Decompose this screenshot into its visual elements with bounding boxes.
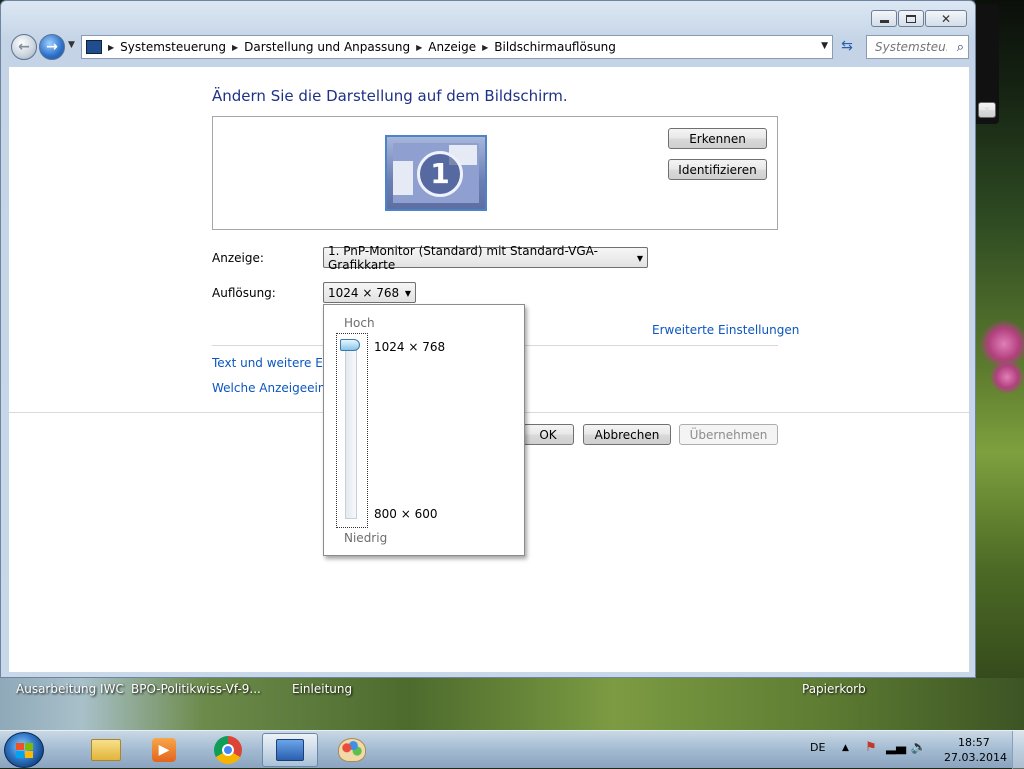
- aufloesung-select-value: 1024 × 768: [328, 285, 400, 300]
- text-elemente-link[interactable]: Text und weitere Elen: [212, 356, 341, 370]
- anzeige-select[interactable]: 1. PnP-Monitor (Standard) mit Standard-V…: [323, 244, 648, 272]
- navigation-bar: ← → ▼ ▶ Systemsteuerung ▶ Darstellung un…: [9, 32, 969, 64]
- minimize-button[interactable]: [871, 10, 897, 27]
- desktop-icon-label[interactable]: BPO-Politikwiss-Vf-9...: [131, 682, 261, 696]
- refresh-icon[interactable]: ⇆: [837, 38, 857, 58]
- taskbar: ▶ DE ▲ ⚑ ▂▄ 🔈 18:57 27.03.2014: [0, 730, 1024, 769]
- back-arrow-icon: ←: [18, 39, 30, 55]
- slider-thumb[interactable]: [340, 339, 360, 351]
- minimize-icon: [879, 20, 889, 23]
- gadget-menu-button[interactable]: ▾: [978, 102, 996, 118]
- back-button[interactable]: ←: [11, 34, 37, 60]
- language-indicator[interactable]: DE: [810, 741, 825, 754]
- window-controls: ✕: [871, 10, 967, 27]
- restore-icon: [906, 14, 916, 23]
- abbrechen-button[interactable]: Abbrechen: [583, 424, 671, 445]
- monitor-screen: 1: [393, 143, 479, 203]
- anzeige-select-value: 1. PnP-Monitor (Standard) mit Standard-V…: [328, 243, 598, 272]
- start-button[interactable]: [4, 732, 44, 768]
- monitor-1[interactable]: 1: [385, 135, 487, 211]
- desktop-icon-label[interactable]: Papierkorb: [802, 682, 866, 696]
- windows-logo-icon: [16, 743, 34, 759]
- breadcrumb-separator-icon[interactable]: ▶: [416, 43, 422, 52]
- chevron-down-icon: ▼: [404, 289, 411, 298]
- taskbar-chrome[interactable]: [200, 733, 256, 767]
- taskbar-media-player[interactable]: ▶: [136, 733, 192, 767]
- erkennen-button[interactable]: Erkennen: [668, 128, 767, 149]
- close-icon: ✕: [940, 11, 952, 26]
- display-preview-area: 1 Erkennen Identifizieren: [212, 116, 778, 230]
- chevron-down-icon: ▼: [636, 254, 643, 263]
- clock-time[interactable]: 18:57: [958, 736, 990, 749]
- control-panel-icon: [276, 739, 304, 761]
- taskbar-control-panel[interactable]: [262, 733, 318, 767]
- resolution-dropdown-popup: Hoch 1024 × 768 800 × 600 Niedrig: [323, 304, 525, 556]
- history-dropdown-icon[interactable]: ▼: [68, 40, 75, 50]
- screen-resolution-window: ✕ ← → ▼ ▶ Systemsteuerung ▶ Darstellung …: [0, 0, 976, 678]
- show-hidden-icons-icon[interactable]: ▲: [842, 743, 849, 753]
- media-player-icon: ▶: [152, 738, 176, 762]
- forward-arrow-icon: →: [46, 39, 58, 55]
- monitor-number: 1: [417, 151, 463, 197]
- folder-icon: [91, 739, 121, 761]
- resolution-option-bottom[interactable]: 800 × 600: [374, 507, 438, 521]
- aufloesung-label: Auflösung:: [212, 286, 276, 300]
- address-dropdown-icon[interactable]: ▼: [821, 41, 828, 51]
- system-tray: DE ▲ ⚑ ▂▄ 🔈 18:57 27.03.2014: [800, 731, 1024, 769]
- breadcrumb-darstellung[interactable]: Darstellung und Anpassung: [244, 40, 410, 54]
- resolution-low-label: Niedrig: [344, 531, 388, 545]
- search-input[interactable]: [873, 39, 949, 55]
- breadcrumb-separator-icon[interactable]: ▶: [108, 43, 114, 52]
- breadcrumb-separator-icon[interactable]: ▶: [232, 43, 238, 52]
- wallpaper-flower: [990, 360, 1024, 394]
- desktop-icon-label[interactable]: Ausarbeitung IWC: [16, 682, 124, 696]
- breadcrumb-anzeige[interactable]: Anzeige: [428, 40, 476, 54]
- breadcrumb-separator-icon[interactable]: ▶: [482, 43, 488, 52]
- volume-icon[interactable]: 🔈: [910, 740, 928, 758]
- ok-button[interactable]: OK: [522, 424, 574, 445]
- monitor-thumbnail-panel: [393, 161, 413, 195]
- search-box[interactable]: ⌕: [866, 35, 969, 59]
- maximize-button[interactable]: [898, 10, 924, 27]
- chrome-icon: [214, 736, 242, 764]
- anzeige-label: Anzeige:: [212, 251, 264, 265]
- breadcrumb-bildschirmaufloesung[interactable]: Bildschirmauflösung: [494, 40, 616, 54]
- network-icon[interactable]: ▂▄: [886, 740, 906, 758]
- clock-date[interactable]: 27.03.2014: [944, 751, 1007, 764]
- forward-button[interactable]: →: [39, 34, 65, 60]
- desktop-icon-label[interactable]: Einleitung: [292, 682, 352, 696]
- address-bar[interactable]: ▶ Systemsteuerung ▶ Darstellung und Anpa…: [81, 35, 833, 59]
- resolution-option-top[interactable]: 1024 × 768: [374, 340, 445, 354]
- search-icon[interactable]: ⌕: [957, 40, 964, 55]
- resolution-slider[interactable]: [336, 333, 368, 528]
- breadcrumb-systemsteuerung[interactable]: Systemsteuerung: [120, 40, 226, 54]
- resolution-high-label: Hoch: [344, 316, 375, 330]
- close-button[interactable]: ✕: [925, 10, 967, 27]
- taskbar-file-explorer[interactable]: [78, 733, 134, 767]
- slider-track[interactable]: [345, 344, 357, 519]
- identifizieren-button[interactable]: Identifizieren: [668, 159, 767, 180]
- action-center-icon[interactable]: ⚑: [862, 740, 880, 758]
- paint-icon: [338, 738, 366, 762]
- main-content: Ändern Sie die Darstellung auf dem Bilds…: [9, 67, 969, 672]
- taskbar-paint[interactable]: [324, 733, 380, 767]
- control-panel-icon: [86, 40, 102, 54]
- uebernehmen-button: Übernehmen: [679, 424, 778, 445]
- show-desktop-button[interactable]: [1012, 731, 1024, 769]
- gadget-panel: ▾: [975, 4, 999, 124]
- erweiterte-einstellungen-link[interactable]: Erweiterte Einstellungen: [652, 323, 799, 337]
- page-title: Ändern Sie die Darstellung auf dem Bilds…: [212, 87, 568, 105]
- aufloesung-select[interactable]: 1024 × 768 ▼: [323, 282, 416, 303]
